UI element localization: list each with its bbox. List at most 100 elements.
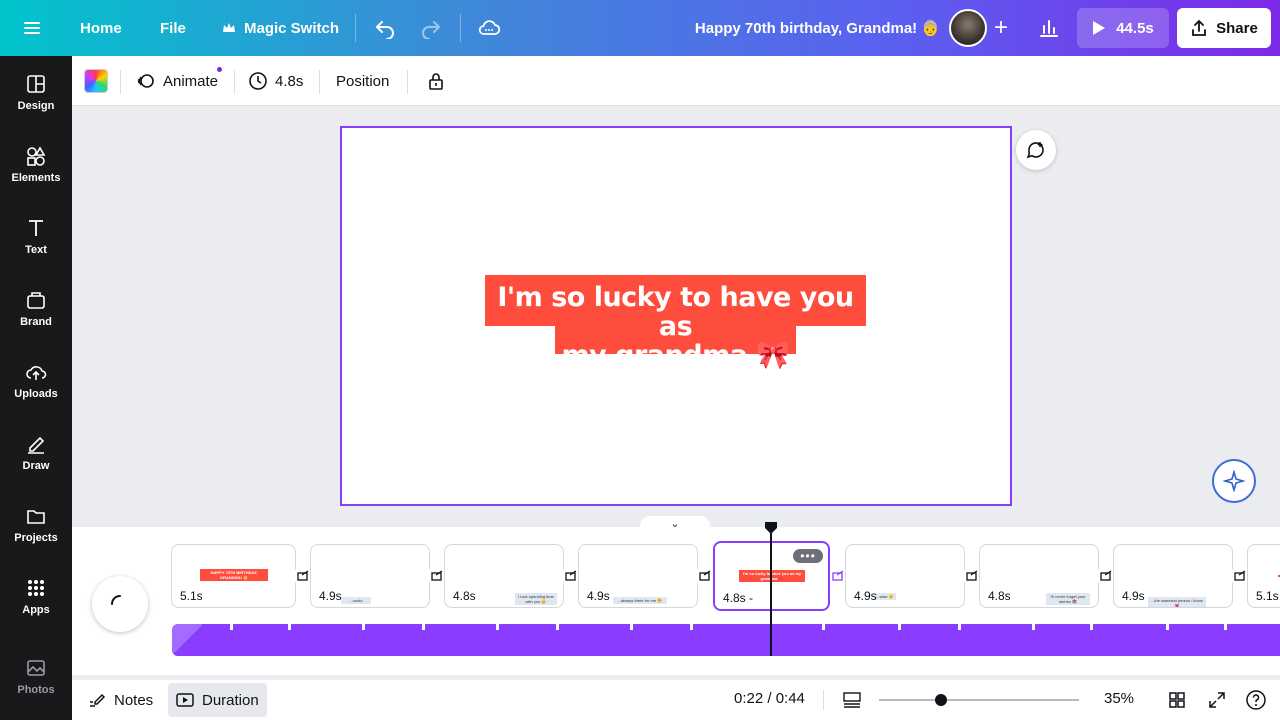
grid-view-button[interactable] — [1160, 683, 1194, 717]
timeline-clip-3[interactable]: I love spending time with you 😊 4.8s — [444, 544, 564, 608]
play-duration: 44.5s — [1116, 19, 1154, 37]
more-horizontal-icon: ••• — [800, 549, 816, 563]
photo-icon — [27, 659, 45, 676]
spinner-icon — [111, 595, 121, 605]
draw-icon — [28, 436, 45, 454]
share-button[interactable]: Share — [1177, 8, 1271, 48]
sidebar-item-photos[interactable]: Photos — [0, 640, 72, 712]
transition-button[interactable] — [830, 568, 846, 584]
fullscreen-button[interactable] — [1200, 683, 1234, 717]
sidebar-item-label: Draw — [22, 459, 50, 472]
redo-icon — [422, 21, 441, 39]
audio-track-start-handle[interactable] — [172, 624, 202, 656]
animate-icon — [137, 74, 154, 88]
sidebar-item-label: Uploads — [14, 387, 58, 400]
sidebar-item-brand[interactable]: Brand — [0, 272, 72, 344]
magic-switch-button[interactable]: Magic Switch — [222, 0, 339, 56]
insights-button[interactable] — [1030, 8, 1068, 48]
play-icon — [1093, 21, 1106, 35]
home-button[interactable]: Home — [80, 0, 122, 56]
lock-icon — [429, 73, 443, 90]
avatar[interactable] — [949, 9, 987, 47]
clip-thumbnail-text: I love spending time with you 😊 — [515, 593, 557, 605]
timeline-clip-9[interactable]: 5.1s — [1247, 544, 1280, 608]
canvas-text-line2: my grandma 🎀 — [561, 340, 790, 371]
transition-button[interactable] — [563, 568, 579, 584]
undo-icon — [375, 21, 394, 39]
sidebar-item-apps[interactable]: Apps — [0, 560, 72, 632]
grid-icon — [1169, 692, 1185, 708]
notes-button[interactable]: Notes — [80, 683, 161, 717]
audio-beat-marker — [822, 624, 825, 630]
audio-beat-marker — [230, 624, 233, 630]
collapse-timeline-button[interactable]: ⌄ — [640, 516, 710, 530]
audio-beat-marker — [958, 624, 961, 630]
cloud-save-button[interactable] — [477, 0, 501, 56]
sparkle-icon — [1223, 470, 1245, 492]
magic-switch-label: Magic Switch — [244, 19, 340, 37]
playhead[interactable] — [770, 528, 772, 656]
transition-button[interactable] — [429, 568, 445, 584]
animate-button[interactable]: Animate — [130, 65, 224, 97]
divider — [407, 70, 408, 94]
transition-icon — [1234, 570, 1246, 581]
divider — [460, 14, 461, 42]
clip-thumbnail-text: I'll never forget your stories 📚 — [1046, 593, 1090, 605]
transition-button[interactable] — [964, 568, 980, 584]
timeline-clip-7[interactable]: I'll never forget your stories 📚 4.8s — [979, 544, 1099, 608]
audio-beat-marker — [690, 624, 693, 630]
redo-button[interactable] — [420, 0, 442, 56]
transition-button[interactable] — [295, 568, 311, 584]
transition-icon — [966, 570, 978, 581]
color-picker-swatch[interactable] — [84, 69, 108, 93]
clip-duration: 4.8s — [988, 589, 1011, 603]
sidebar-item-elements[interactable]: Elements — [0, 128, 72, 200]
audio-beat-marker — [362, 624, 365, 630]
notes-pencil-icon — [90, 693, 106, 707]
file-menu-button[interactable]: File — [160, 0, 186, 56]
canvas-text-element[interactable]: I'm so lucky to have you as my grandma 🎀 — [485, 283, 866, 370]
sidebar-item-uploads[interactable]: Uploads — [0, 344, 72, 416]
lock-button[interactable] — [420, 65, 452, 97]
audio-track[interactable] — [172, 624, 1280, 656]
timeline-clip-4[interactable]: ...always there for me 🤗 4.9s — [578, 544, 698, 608]
zoom-slider-track[interactable] — [879, 699, 1079, 701]
zoom-level[interactable]: 35% — [1104, 690, 1134, 707]
duration-toggle-button[interactable]: Duration — [168, 683, 267, 717]
sidebar-item-design[interactable]: Design — [0, 56, 72, 128]
transition-button[interactable] — [697, 568, 713, 584]
sidebar-item-label: Brand — [20, 315, 52, 328]
top-bar: Home File Magic Switch Happy 70th birthd… — [0, 0, 1280, 56]
position-button[interactable]: Position — [330, 65, 395, 97]
sidebar-item-projects[interactable]: Projects — [0, 488, 72, 560]
undo-button[interactable] — [374, 0, 396, 56]
timeline-clip-8[interactable]: ...the sweetest person I know 💗 4.9s — [1113, 544, 1233, 608]
clip-duration: 4.8s — [453, 589, 476, 603]
timeline-clip-1[interactable]: HAPPY 70TH BIRTHDAY, GRANDMA! 👵 5.1s — [171, 544, 296, 608]
clip-more-options-button[interactable]: ••• — [793, 549, 823, 563]
crown-icon — [223, 23, 235, 32]
transition-button[interactable] — [1098, 568, 1114, 584]
transition-icon — [297, 570, 309, 581]
add-collaborator-button[interactable]: + — [987, 14, 1015, 42]
transition-button[interactable] — [1232, 568, 1248, 584]
add-comment-button[interactable] — [1016, 130, 1056, 170]
loading-spinner — [92, 576, 148, 632]
audio-beat-marker — [422, 624, 425, 630]
sidebar-item-draw[interactable]: Draw — [0, 416, 72, 488]
duration-button[interactable]: 4.8s — [242, 65, 309, 97]
design-title[interactable]: Happy 70th birthday, Grandma! 👵 — [620, 0, 940, 56]
text-icon — [29, 219, 43, 236]
duration-label: 4.8s — [275, 72, 304, 90]
sidebar-item-text[interactable]: Text — [0, 200, 72, 272]
clip-thumbnail-text: ...wise 🙂 — [874, 593, 896, 600]
zoom-slider-handle[interactable] — [935, 694, 947, 706]
comment-add-icon — [1026, 142, 1044, 159]
timeline-clip-6[interactable]: ...wise 🙂 4.9s — [845, 544, 965, 608]
page-view-toggle[interactable] — [834, 683, 870, 717]
magic-assistant-button[interactable] — [1212, 459, 1256, 503]
help-button[interactable] — [1237, 683, 1275, 717]
play-button[interactable]: 44.5s — [1077, 8, 1169, 48]
menu-icon[interactable] — [22, 0, 42, 56]
timeline-clip-2[interactable]: ...could 4.9s — [310, 544, 430, 608]
